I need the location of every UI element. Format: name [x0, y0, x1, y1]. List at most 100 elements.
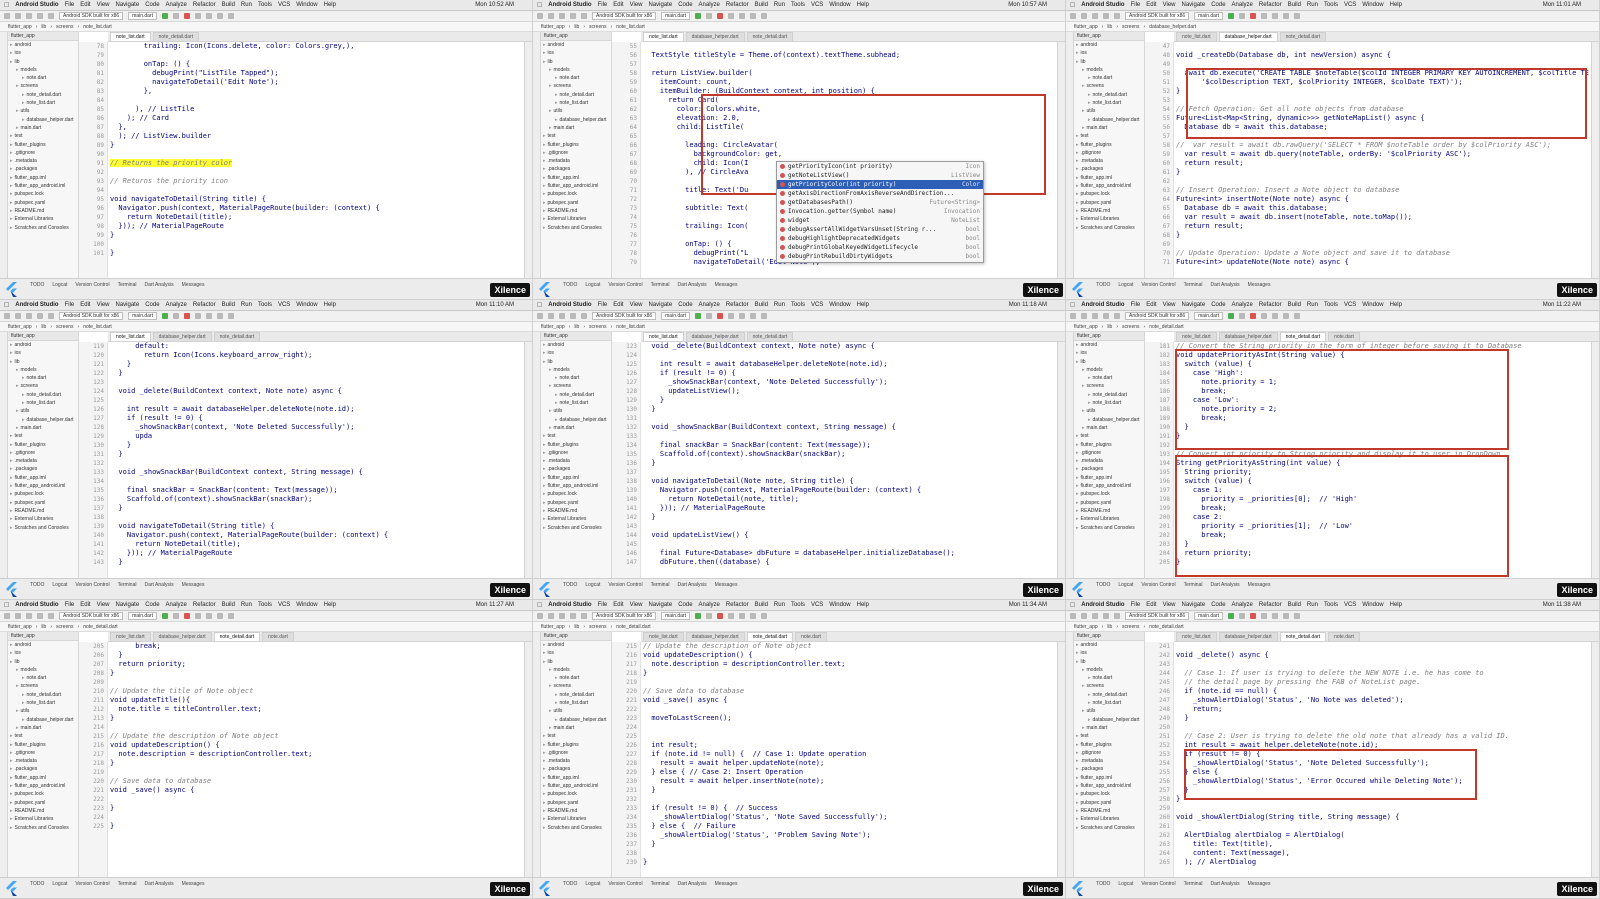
folder-icon[interactable]: [537, 313, 543, 319]
menu-item-file[interactable]: File: [65, 602, 75, 608]
tree-item[interactable]: flutter_app.iml: [1074, 474, 1144, 482]
menu-item-tools[interactable]: Tools: [1324, 2, 1338, 8]
breadcrumb-item[interactable]: note_detail.dart: [1149, 324, 1183, 330]
search-icon[interactable]: [227, 613, 234, 619]
menu-item-navigate[interactable]: Navigate: [649, 2, 673, 8]
redo-icon[interactable]: [48, 313, 54, 319]
tool-todo[interactable]: TODO: [30, 282, 44, 288]
save-icon[interactable]: [1081, 313, 1087, 319]
menu-item-analyze[interactable]: Analyze: [166, 602, 187, 608]
tree-item[interactable]: note.dart: [541, 74, 611, 82]
breadcrumb-item[interactable]: flutter_app: [541, 624, 565, 630]
tree-item[interactable]: test: [8, 732, 78, 740]
tool-todo[interactable]: TODO: [1096, 282, 1110, 288]
tree-item[interactable]: database_helper.dart: [8, 416, 78, 424]
breadcrumb-item[interactable]: lib: [1107, 324, 1112, 330]
apple-icon[interactable]: : [1070, 602, 1075, 609]
tree-item[interactable]: utils: [541, 407, 611, 415]
folder-icon[interactable]: [1070, 13, 1076, 19]
tool-todo[interactable]: TODO: [563, 582, 577, 588]
tree-item[interactable]: models: [8, 666, 78, 674]
tree-item[interactable]: lib: [1074, 358, 1144, 366]
tree-item[interactable]: README.md: [541, 507, 611, 515]
tab-note-list-dart[interactable]: note_list.dart: [110, 632, 151, 641]
menu-item-view[interactable]: View: [1163, 2, 1176, 8]
tree-item[interactable]: lib: [8, 658, 78, 666]
breadcrumb-item[interactable]: screens: [1122, 624, 1140, 630]
tree-item[interactable]: utils: [541, 107, 611, 115]
tree-item[interactable]: utils: [8, 407, 78, 415]
tree-item[interactable]: .packages: [1074, 465, 1144, 473]
tab-note-list-dart[interactable]: note_list.dart: [1176, 632, 1217, 641]
tree-item[interactable]: lib: [541, 358, 611, 366]
tree-item[interactable]: test: [8, 432, 78, 440]
tool-terminal[interactable]: Terminal: [1184, 282, 1203, 288]
tree-item[interactable]: pubspec.lock: [541, 790, 611, 798]
tree-item[interactable]: pubspec.yaml: [8, 799, 78, 807]
search-icon[interactable]: [760, 613, 767, 619]
tree-item[interactable]: note.dart: [1074, 74, 1144, 82]
tree-item[interactable]: screens: [1074, 82, 1144, 90]
save-icon[interactable]: [548, 313, 554, 319]
device-selector[interactable]: Android SDK built for x86: [592, 312, 657, 320]
stop-icon[interactable]: [716, 313, 723, 319]
left-tool-strip[interactable]: [0, 332, 8, 579]
breadcrumb-item[interactable]: flutter_app: [1074, 324, 1098, 330]
folder-icon[interactable]: [4, 13, 10, 19]
hot-reload-icon[interactable]: [194, 613, 201, 619]
tree-item[interactable]: android: [8, 41, 78, 49]
tree-item[interactable]: README.md: [1074, 807, 1144, 815]
tree-item[interactable]: ios: [1074, 649, 1144, 657]
tree-item[interactable]: pubspec.yaml: [541, 199, 611, 207]
tree-item[interactable]: screens: [541, 382, 611, 390]
hot-reload-icon[interactable]: [727, 313, 734, 319]
tree-item[interactable]: flutter_plugins: [1074, 441, 1144, 449]
menu-item-vcs[interactable]: VCS: [811, 2, 823, 8]
tool-logcat[interactable]: Logcat: [1118, 881, 1133, 887]
code-editor[interactable]: void _createDb(Database db, int newVersi…: [1176, 42, 1589, 278]
tab-database-helper-dart[interactable]: database_helper.dart: [152, 632, 212, 641]
hot-reload-icon[interactable]: [727, 613, 734, 619]
menu-item-navigate[interactable]: Navigate: [649, 602, 673, 608]
tree-item[interactable]: main.dart: [8, 724, 78, 732]
tree-item[interactable]: android: [541, 341, 611, 349]
tree-item[interactable]: database_helper.dart: [8, 116, 78, 124]
tool-version-control[interactable]: Version Control: [1141, 582, 1175, 588]
tab-note-list-dart[interactable]: note_list.dart: [1176, 32, 1217, 41]
right-tool-strip[interactable]: [1591, 32, 1599, 279]
tree-item[interactable]: note.dart: [8, 74, 78, 82]
tree-item[interactable]: pubspec.lock: [1074, 790, 1144, 798]
menu-item-help[interactable]: Help: [324, 2, 336, 8]
tab-database-helper-dart[interactable]: database_helper.dart: [685, 332, 745, 341]
menu-item-view[interactable]: View: [630, 302, 643, 308]
autocomplete-item[interactable]: getAxisDirectionFromAxisReverseAndDirect…: [777, 189, 983, 198]
tree-item[interactable]: android: [541, 641, 611, 649]
tree-item[interactable]: .metadata: [1074, 757, 1144, 765]
stop-icon[interactable]: [183, 313, 190, 319]
tree-item[interactable]: flutter_plugins: [541, 141, 611, 149]
breadcrumb-item[interactable]: lib: [1107, 24, 1112, 30]
folder-icon[interactable]: [537, 613, 543, 619]
run-config-selector[interactable]: main.dart: [661, 312, 690, 320]
save-icon[interactable]: [1081, 13, 1087, 19]
save-icon[interactable]: [15, 613, 21, 619]
tool-version-control[interactable]: Version Control: [608, 582, 642, 588]
tree-item[interactable]: flutter_app_android.iml: [1074, 182, 1144, 190]
right-tool-strip[interactable]: [1057, 632, 1065, 878]
run-icon[interactable]: [1227, 313, 1234, 319]
avd-manager-icon[interactable]: [1282, 313, 1289, 319]
tree-item[interactable]: lib: [8, 358, 78, 366]
tab-database-helper-dart[interactable]: database_helper.dart: [1218, 632, 1278, 641]
run-config-selector[interactable]: main.dart: [128, 312, 157, 320]
tool-todo[interactable]: TODO: [563, 881, 577, 887]
breadcrumb-item[interactable]: screens: [56, 624, 74, 630]
tree-item[interactable]: models: [1074, 66, 1144, 74]
tool-version-control[interactable]: Version Control: [1141, 282, 1175, 288]
tree-item[interactable]: pubspec.yaml: [1074, 199, 1144, 207]
tree-item[interactable]: ios: [8, 49, 78, 57]
tab-database-helper-dart[interactable]: database_helper.dart: [152, 332, 212, 341]
menu-item-run[interactable]: Run: [1307, 302, 1318, 308]
tool-version-control[interactable]: Version Control: [1141, 881, 1175, 887]
breadcrumb-item[interactable]: note_list.dart: [83, 324, 112, 330]
menu-item-file[interactable]: File: [65, 2, 75, 8]
